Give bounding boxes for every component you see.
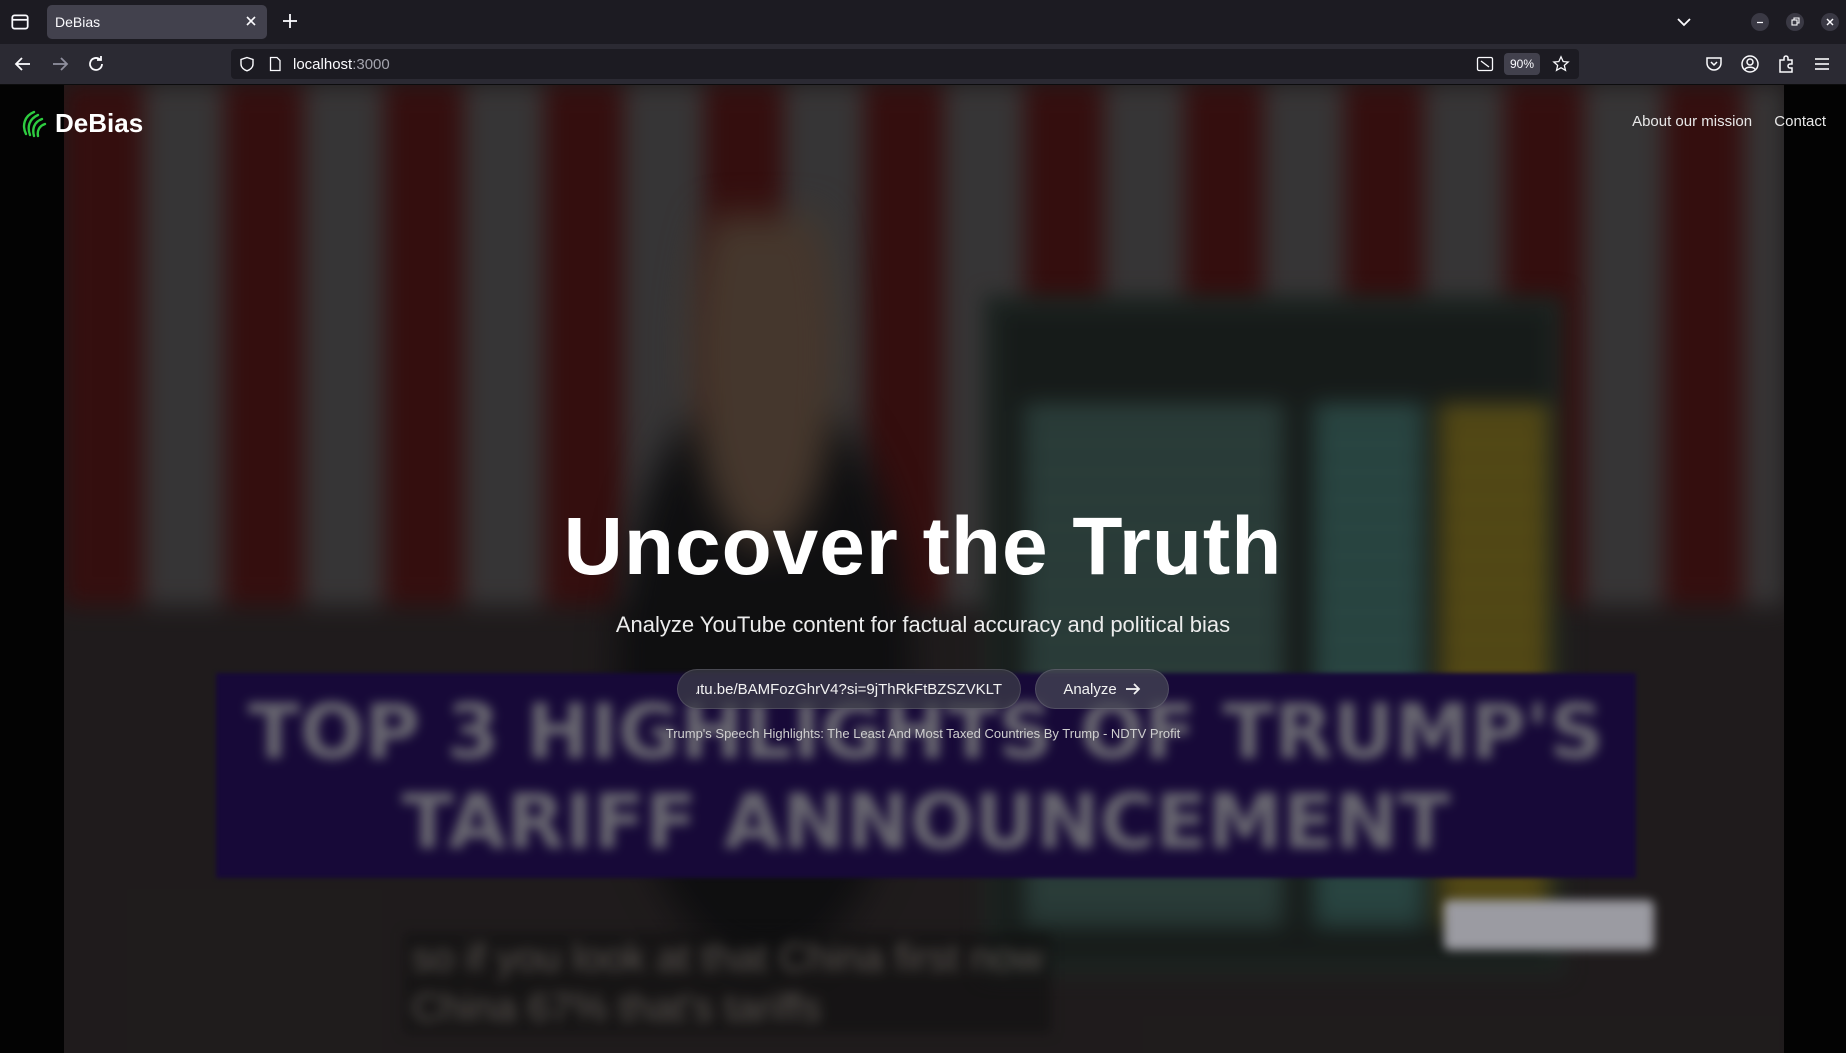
bookmark-star-icon[interactable] — [1552, 55, 1570, 73]
reader-view-icon[interactable] — [1476, 56, 1494, 72]
arrow-right-icon — [1125, 683, 1140, 695]
forward-arrow-icon[interactable] — [50, 54, 70, 74]
minimize-icon[interactable] — [1751, 13, 1769, 31]
brand-name: DeBias — [55, 107, 144, 138]
close-tab-icon[interactable] — [243, 13, 259, 29]
account-icon[interactable] — [1740, 54, 1760, 74]
hamburger-menu-icon[interactable] — [1812, 54, 1832, 74]
close-window-icon[interactable] — [1821, 13, 1839, 31]
navigation-toolbar: localhost:3000 90% — [0, 44, 1846, 85]
address-bar[interactable]: localhost:3000 90% — [231, 49, 1579, 79]
tab-bar: DeBias — [0, 0, 1846, 44]
nav-link-about[interactable]: About our mission — [1632, 113, 1752, 130]
analyze-button[interactable]: Analyze — [1035, 669, 1169, 709]
back-arrow-icon[interactable] — [13, 54, 33, 74]
new-tab-icon[interactable] — [281, 12, 299, 30]
restore-icon[interactable] — [1786, 13, 1804, 31]
site-nav: About our mission Contact — [1614, 113, 1826, 130]
nav-link-contact[interactable]: Contact — [1774, 113, 1826, 130]
youtube-url-input[interactable] — [677, 669, 1021, 709]
analyze-button-label: Analyze — [1063, 680, 1117, 698]
zoom-level-button[interactable]: 90% — [1504, 53, 1541, 75]
reload-icon[interactable] — [86, 54, 106, 74]
page-icon[interactable] — [267, 56, 283, 72]
shield-icon[interactable] — [239, 56, 255, 72]
url-text: localhost:3000 — [293, 56, 390, 73]
video-title: Trump's Speech Highlights: The Least And… — [665, 726, 1181, 741]
chevron-down-icon[interactable] — [1674, 12, 1694, 32]
site-logo[interactable]: DeBias — [20, 105, 143, 141]
pocket-icon[interactable] — [1704, 54, 1724, 74]
debias-logo-icon — [22, 110, 47, 138]
extensions-icon[interactable] — [1776, 54, 1796, 74]
tab-list-icon[interactable] — [9, 11, 31, 33]
hero-title: Uncover the Truth — [563, 501, 1283, 592]
hero-subtitle: Analyze YouTube content for factual accu… — [615, 612, 1231, 637]
browser-tab[interactable]: DeBias — [47, 5, 267, 39]
page-viewport: TOP 3 HIGHLIGHTS OF TRUMP'S TARIFF ANNOU… — [0, 85, 1846, 1053]
tab-title: DeBias — [55, 14, 101, 30]
